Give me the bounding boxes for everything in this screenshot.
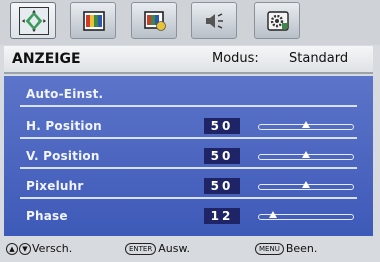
tab-picture-advanced[interactable]: [131, 2, 177, 39]
row-divider: [20, 137, 357, 139]
slider-knob[interactable]: [302, 151, 310, 158]
display-settings-icon: [19, 7, 49, 35]
value-box: 50: [204, 178, 240, 194]
value-box: 50: [204, 118, 240, 134]
system-settings-icon: [267, 11, 289, 31]
row-divider: [20, 105, 357, 107]
tab-display[interactable]: [10, 2, 56, 39]
pixel-clock-slider[interactable]: [258, 181, 354, 190]
h-position-slider[interactable]: [258, 121, 354, 130]
osd-footer: ▲ ▼ Versch. ENTER Ausw. MENU Been.: [0, 236, 380, 262]
arrow-down-icon: ▼: [19, 243, 31, 255]
menu-item-label: Phase: [26, 209, 68, 223]
exit-hint: MENU Been.: [255, 242, 317, 256]
slider-knob[interactable]: [302, 121, 310, 128]
row-divider: [20, 167, 357, 169]
row-divider: [20, 197, 357, 199]
move-hint-label: Versch.: [32, 242, 73, 255]
tab-system[interactable]: [254, 2, 300, 39]
move-hint: ▲ ▼ Versch.: [6, 242, 72, 256]
menu-item-label: Pixeluhr: [26, 179, 84, 193]
value-box: 12: [204, 208, 240, 224]
select-hint: ENTER Ausw.: [125, 242, 190, 256]
menu-item-h-position[interactable]: H. Position 50: [4, 112, 373, 140]
tab-audio[interactable]: [191, 2, 237, 39]
mode-label: Modus:: [212, 51, 259, 66]
slider-knob[interactable]: [269, 211, 278, 218]
select-hint-label: Ausw.: [158, 242, 190, 255]
menu-item-label: Auto-Einst.: [26, 87, 104, 101]
picture-advanced-icon: [144, 11, 166, 31]
value-box: 50: [204, 148, 240, 164]
audio-icon: [204, 11, 226, 31]
osd-tab-bar: [0, 0, 380, 45]
arrow-up-icon: ▲: [6, 243, 18, 255]
menu-item-v-position[interactable]: V. Position 50: [4, 142, 373, 170]
osd-header: ANZEIGE Modus: Standard: [4, 46, 373, 74]
menu-item-label: V. Position: [26, 149, 100, 163]
picture-icon: [83, 11, 105, 31]
menu-item-label: H. Position: [26, 119, 102, 133]
menu-key-icon: MENU: [255, 243, 284, 255]
mode-value: Standard: [289, 51, 349, 66]
page-title: ANZEIGE: [12, 51, 81, 67]
enter-key-icon: ENTER: [125, 243, 157, 255]
tab-picture[interactable]: [70, 2, 116, 39]
display-menu-panel: Auto-Einst. H. Position 50 V. Position 5…: [4, 76, 373, 236]
slider-knob[interactable]: [302, 181, 310, 188]
phase-slider[interactable]: [258, 211, 354, 220]
menu-item-pixel-clock[interactable]: Pixeluhr 50: [4, 172, 373, 200]
menu-item-auto-adjust[interactable]: Auto-Einst.: [4, 80, 373, 108]
menu-item-phase[interactable]: Phase 12: [4, 202, 373, 230]
v-position-slider[interactable]: [258, 151, 354, 160]
exit-hint-label: Been.: [285, 242, 318, 255]
